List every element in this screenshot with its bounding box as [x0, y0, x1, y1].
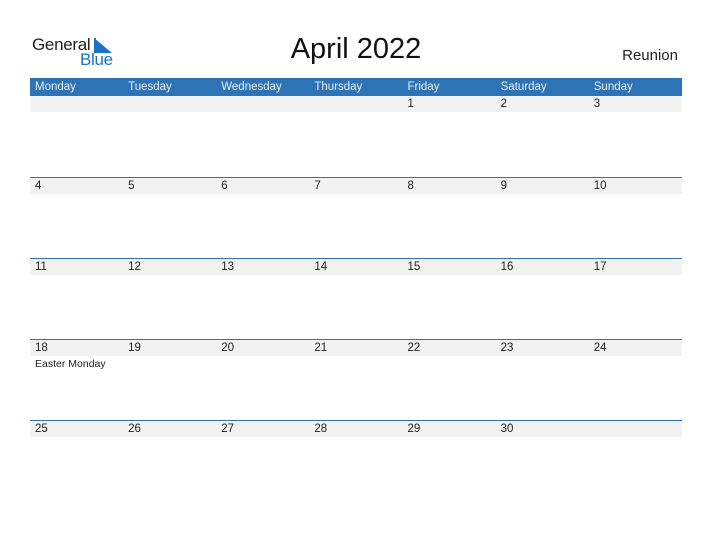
day-event — [30, 275, 123, 277]
weekday-sunday: Sunday — [593, 81, 633, 93]
day-event — [496, 194, 589, 196]
weekday-thursday: Thursday — [314, 81, 363, 93]
day-event — [216, 437, 309, 439]
day-number — [589, 421, 682, 437]
day-event — [403, 275, 496, 277]
week-row: 18 19 20 21 22 23 24 Easter Monday — [30, 339, 682, 370]
week-events — [30, 437, 682, 439]
day-number: 10 — [593, 180, 607, 192]
week-day-numbers: 1 2 3 — [30, 96, 682, 112]
week-day-numbers: 11 12 13 14 15 16 17 — [30, 258, 682, 275]
day-number: 7 — [314, 180, 321, 192]
day-event — [309, 356, 402, 370]
day-event — [216, 194, 309, 196]
week-events — [30, 112, 682, 114]
day-number: 23 — [500, 342, 514, 354]
day-event — [403, 356, 496, 370]
day-event — [589, 356, 682, 370]
day-number: 13 — [221, 261, 235, 273]
day-number: 18 — [35, 342, 48, 354]
week-row: 25 26 27 28 29 30 — [30, 420, 682, 439]
week-row: 4 5 6 7 8 9 10 — [30, 177, 682, 196]
day-event — [589, 437, 682, 439]
day-event — [496, 437, 589, 439]
day-event — [123, 194, 216, 196]
day-number: 28 — [314, 423, 328, 435]
day-number: 2 — [500, 98, 508, 110]
day-event — [589, 275, 682, 277]
calendar-grid: Monday Tuesday Wednesday Thursday Friday… — [30, 78, 682, 437]
day-number: 8 — [407, 180, 414, 192]
region-label: Reunion — [622, 47, 678, 64]
week-day-numbers: 18 19 20 21 22 23 24 — [30, 339, 682, 356]
day-number: 11 — [35, 261, 47, 273]
day-event — [309, 437, 402, 439]
day-number — [309, 96, 402, 112]
day-event — [496, 356, 589, 370]
day-number — [123, 96, 216, 112]
week-events — [30, 194, 682, 196]
weekday-monday: Monday — [35, 81, 76, 93]
day-number: 21 — [314, 342, 328, 354]
day-event — [216, 356, 309, 370]
day-event — [309, 112, 402, 114]
day-number: 30 — [500, 423, 514, 435]
weekday-header: Monday Tuesday Wednesday Thursday Friday… — [30, 78, 682, 96]
day-number: 26 — [128, 423, 141, 435]
day-number: 12 — [128, 261, 141, 273]
day-number: 15 — [407, 261, 421, 273]
day-number: 9 — [500, 180, 508, 192]
day-number: 24 — [593, 342, 607, 354]
day-number: 22 — [407, 342, 421, 354]
week-day-numbers: 25 26 27 28 29 30 — [30, 420, 682, 437]
day-event — [216, 112, 309, 114]
day-event — [123, 275, 216, 277]
day-number: 29 — [407, 423, 421, 435]
day-number — [30, 96, 123, 112]
day-event — [123, 112, 216, 114]
week-row: 1 2 3 — [30, 96, 682, 114]
day-number: 16 — [500, 261, 514, 273]
day-number: 3 — [593, 98, 601, 110]
day-event — [123, 356, 216, 370]
day-number: 6 — [221, 180, 228, 192]
day-number — [216, 96, 309, 112]
weekday-tuesday: Tuesday — [128, 81, 172, 93]
day-event — [30, 437, 123, 439]
day-event — [589, 112, 682, 114]
day-event — [309, 194, 402, 196]
day-number: 19 — [128, 342, 141, 354]
week-events: Easter Monday — [30, 356, 682, 370]
week-day-numbers: 4 5 6 7 8 9 10 — [30, 177, 682, 194]
day-number: 25 — [35, 423, 48, 435]
day-event — [589, 194, 682, 196]
day-event — [216, 275, 309, 277]
weekday-saturday: Saturday — [500, 81, 547, 93]
day-number: 5 — [128, 180, 135, 192]
day-number: 20 — [221, 342, 235, 354]
day-number: 14 — [314, 261, 328, 273]
week-row: 11 12 13 14 15 16 17 — [30, 258, 682, 277]
day-event — [403, 112, 496, 114]
day-event — [30, 112, 123, 114]
day-event — [496, 275, 589, 277]
weekday-friday: Friday — [407, 81, 440, 93]
day-number: 1 — [407, 98, 414, 110]
day-event — [403, 437, 496, 439]
day-number: 27 — [221, 423, 235, 435]
weekday-wednesday: Wednesday — [221, 81, 282, 93]
day-event — [123, 437, 216, 439]
page-title: April 2022 — [290, 33, 422, 65]
day-event — [496, 112, 589, 114]
week-events — [30, 275, 682, 277]
day-number: 17 — [593, 261, 607, 273]
day-event — [403, 194, 496, 196]
day-event — [30, 194, 123, 196]
day-number: 4 — [35, 180, 42, 192]
day-event: Easter Monday — [35, 358, 106, 370]
day-event — [309, 275, 402, 277]
